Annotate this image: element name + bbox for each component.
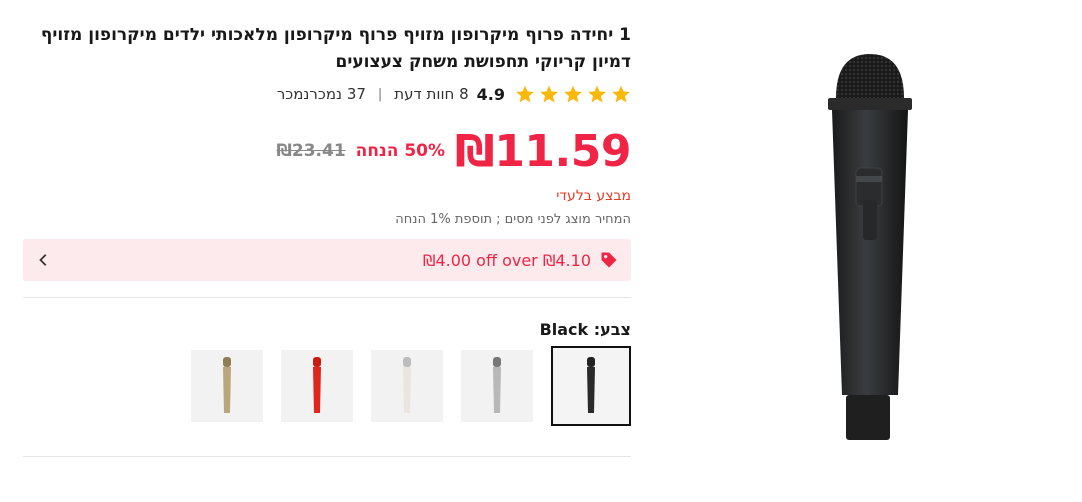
star-icon [539,84,559,104]
product-title: 1 יחידה פרוף מיקרופון מזויף פרוף מיקרופו… [40,25,631,72]
microphone-icon [828,54,912,440]
coupon-text: ₪4.00 off over ₪4.10 [422,250,591,270]
divider [23,297,631,298]
exclusive-deal-label: מבצע בלעדי [556,188,631,204]
microphone-icon [313,357,321,413]
swatch-red[interactable] [281,350,353,422]
swatch-white[interactable] [371,350,443,422]
rating-row: 4.9 8 חוות דעת | 37 נמכרנמכר [23,82,631,106]
sold-count: 37 נמכרנמכר [276,85,366,103]
microphone-icon [493,357,501,413]
star-icon [563,84,583,104]
color-label: צבע: Black [539,320,631,339]
star-icon [611,84,631,104]
discount-badge: 50% הנחה [355,141,446,161]
product-info: 1 יחידה פרוף מיקרופון מזויף פרוף מיקרופו… [23,22,631,457]
price-row: ₪11.59 50% הנחה ₪23.41 [23,124,632,178]
current-price: ₪11.59 [455,125,631,177]
microphone-icon [223,357,231,413]
microphone-icon [403,357,411,413]
tag-icon [599,250,619,270]
product-image[interactable] [800,40,940,450]
star-icon [587,84,607,104]
divider [23,456,631,457]
review-count[interactable]: 8 חוות דעת [394,85,468,103]
swatch-silver[interactable] [461,350,533,422]
tax-note: המחיר מוצג לפני מסים ; תוספת 1% הנחה [395,212,631,227]
star-icon [515,84,535,104]
microphone-icon [587,357,595,413]
color-swatches [23,346,631,426]
swatch-black[interactable] [551,346,631,426]
swatch-gold[interactable] [191,350,263,422]
coupon-banner[interactable]: ₪4.00 off over ₪4.10 [23,239,631,281]
chevron-left-icon[interactable] [37,253,51,267]
coupon-content: ₪4.00 off over ₪4.10 [423,250,619,270]
star-rating[interactable] [515,84,631,104]
separator: | [377,86,383,102]
rating-score: 4.9 [476,84,505,104]
original-price: ₪23.41 [276,141,346,161]
